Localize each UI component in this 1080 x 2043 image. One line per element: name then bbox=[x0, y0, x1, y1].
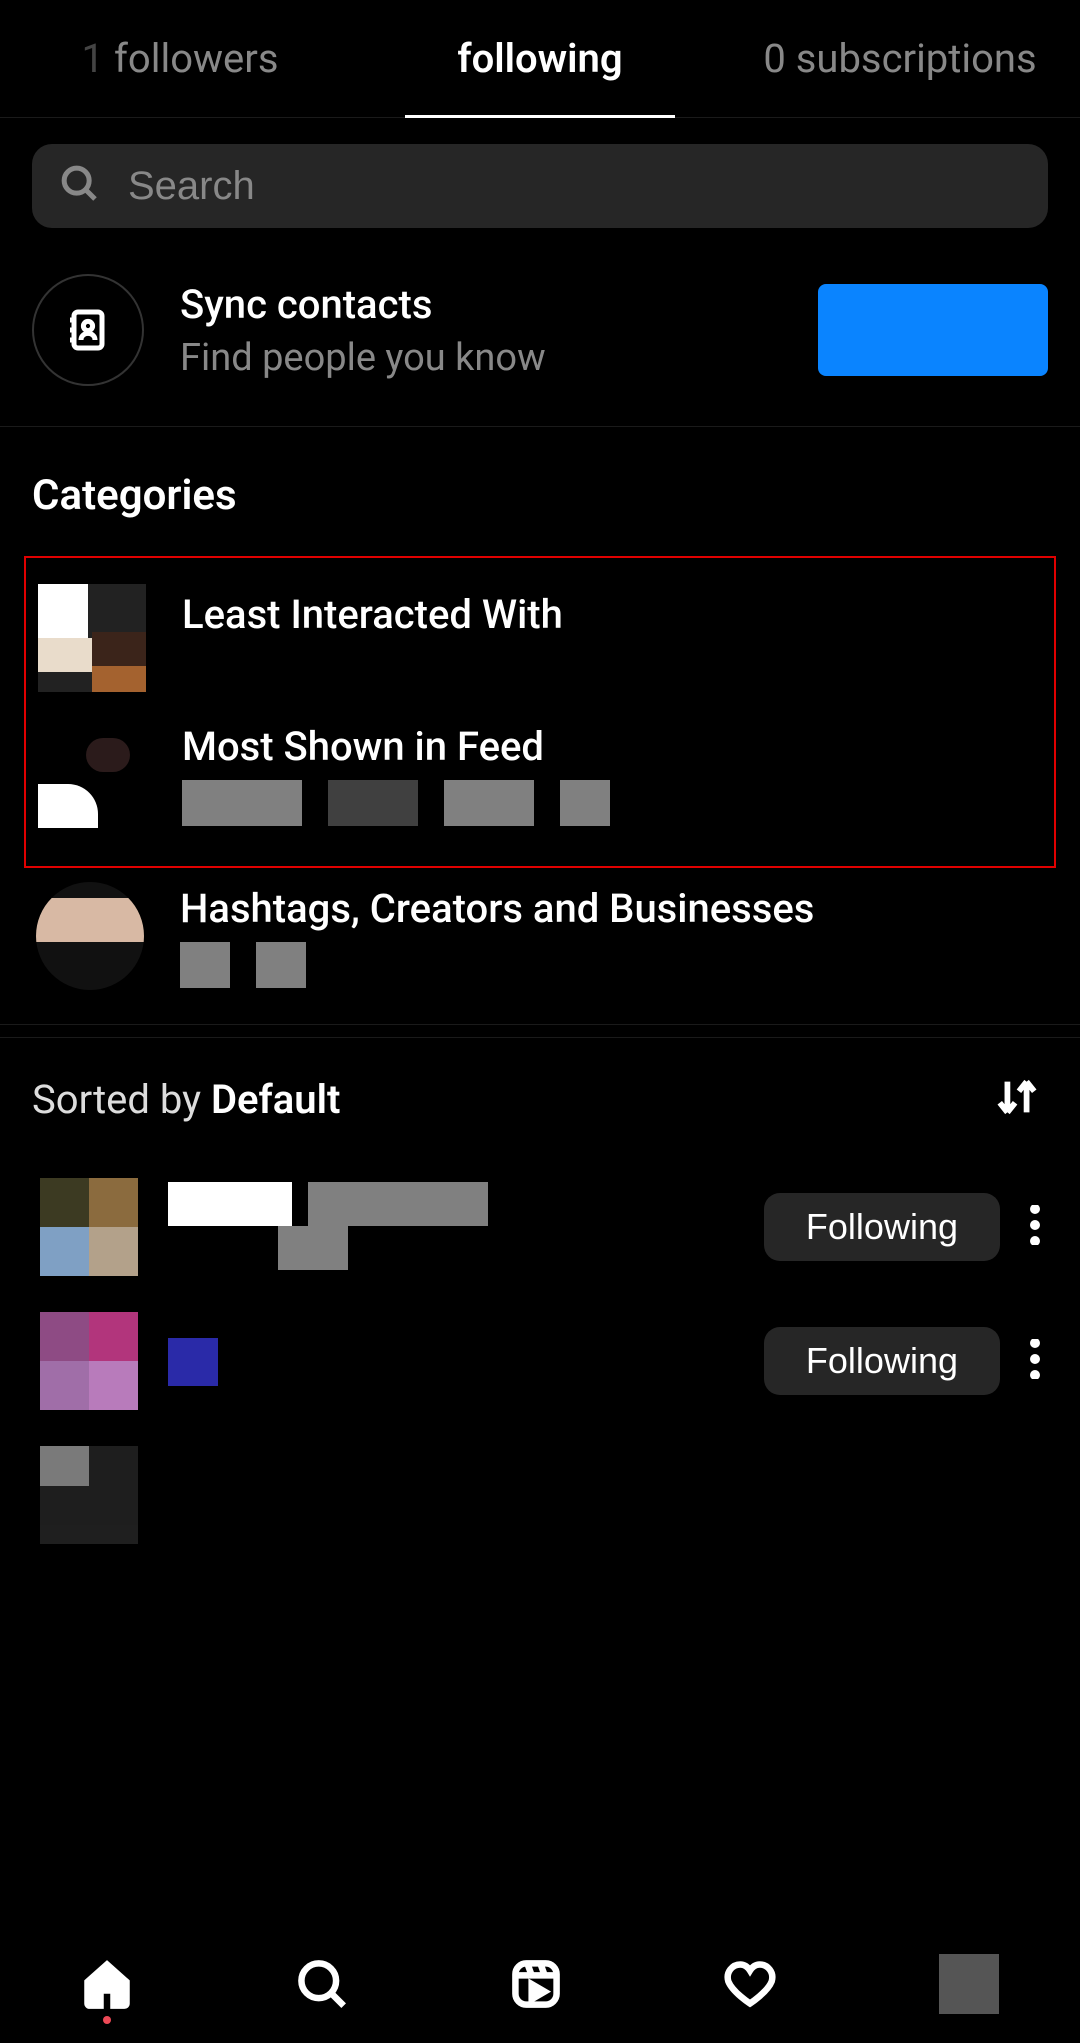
highlight-box: Least Interacted With Most Shown in Feed bbox=[24, 556, 1056, 868]
category-subtitle bbox=[182, 780, 610, 826]
tab-subscriptions[interactable]: 0 subscriptions bbox=[720, 0, 1080, 117]
categories-title: Categories bbox=[0, 427, 1080, 544]
sync-action-button[interactable] bbox=[818, 284, 1048, 376]
more-icon[interactable] bbox=[1030, 1205, 1040, 1249]
tab-followers-label: followers bbox=[114, 35, 278, 82]
category-text: Most Shown in Feed bbox=[182, 723, 610, 826]
user-name-redacted bbox=[168, 1182, 734, 1272]
category-most-shown[interactable]: Most Shown in Feed bbox=[38, 706, 1042, 842]
user-name-redacted bbox=[168, 1450, 1040, 1540]
category-title: Most Shown in Feed bbox=[182, 723, 610, 770]
category-thumb bbox=[36, 882, 144, 990]
search-icon bbox=[296, 1958, 348, 2010]
home-icon bbox=[81, 1958, 133, 2010]
nav-reels[interactable] bbox=[510, 1958, 562, 2010]
category-title: Least Interacted With bbox=[182, 591, 563, 638]
contacts-icon bbox=[32, 274, 144, 386]
search-bar[interactable] bbox=[32, 144, 1048, 228]
category-subtitle bbox=[180, 942, 814, 988]
following-button[interactable]: Following bbox=[764, 1327, 1000, 1395]
sort-row[interactable]: Sorted by Default bbox=[0, 1038, 1080, 1160]
sort-prefix: Sorted by bbox=[32, 1076, 211, 1123]
category-hashtags-creators[interactable]: Hashtags, Creators and Businesses bbox=[0, 868, 1080, 1004]
followers-count: 1 bbox=[82, 35, 104, 82]
following-button[interactable]: Following bbox=[764, 1193, 1000, 1261]
category-thumb bbox=[38, 720, 146, 828]
sync-contacts-row[interactable]: Sync contacts Find people you know bbox=[0, 254, 1080, 427]
avatar bbox=[40, 1312, 138, 1410]
category-subtitle bbox=[182, 646, 563, 686]
category-thumb bbox=[38, 584, 146, 692]
sort-value: Default bbox=[211, 1076, 340, 1123]
category-text: Hashtags, Creators and Businesses bbox=[180, 885, 814, 988]
nav-search[interactable] bbox=[296, 1958, 348, 2010]
reels-icon bbox=[510, 1958, 562, 2010]
category-title: Hashtags, Creators and Businesses bbox=[180, 885, 814, 932]
profile-avatar bbox=[939, 1954, 999, 2014]
section-divider bbox=[0, 1024, 1080, 1038]
tab-subscriptions-label: 0 subscriptions bbox=[763, 35, 1036, 82]
sync-title: Sync contacts bbox=[180, 281, 782, 328]
user-name-redacted bbox=[168, 1316, 734, 1406]
category-text: Least Interacted With bbox=[182, 591, 563, 686]
heart-icon bbox=[724, 1958, 776, 2010]
following-user-row[interactable]: Following bbox=[0, 1160, 1080, 1294]
following-user-row[interactable]: Following bbox=[0, 1294, 1080, 1428]
search-input[interactable] bbox=[128, 164, 1020, 209]
notification-dot-icon bbox=[103, 2016, 111, 2024]
more-icon[interactable] bbox=[1030, 1339, 1040, 1383]
sync-text: Sync contacts Find people you know bbox=[180, 281, 782, 380]
sync-subtitle: Find people you know bbox=[180, 336, 782, 380]
following-user-row[interactable] bbox=[0, 1428, 1080, 1562]
sort-label: Sorted by Default bbox=[32, 1076, 340, 1123]
tabs: 1 followers following 0 subscriptions bbox=[0, 0, 1080, 118]
nav-profile[interactable] bbox=[939, 1954, 999, 2014]
nav-activity[interactable] bbox=[724, 1958, 776, 2010]
sort-icon[interactable] bbox=[994, 1074, 1040, 1124]
tab-followers[interactable]: 1 followers bbox=[0, 0, 360, 117]
nav-home[interactable] bbox=[81, 1958, 133, 2010]
tab-following[interactable]: following bbox=[360, 0, 720, 117]
avatar bbox=[40, 1446, 138, 1544]
bottom-nav bbox=[0, 1925, 1080, 2043]
avatar bbox=[40, 1178, 138, 1276]
search-icon bbox=[60, 164, 100, 208]
tab-following-label: following bbox=[457, 35, 622, 82]
search-container bbox=[0, 118, 1080, 254]
category-least-interacted[interactable]: Least Interacted With bbox=[38, 570, 1042, 706]
